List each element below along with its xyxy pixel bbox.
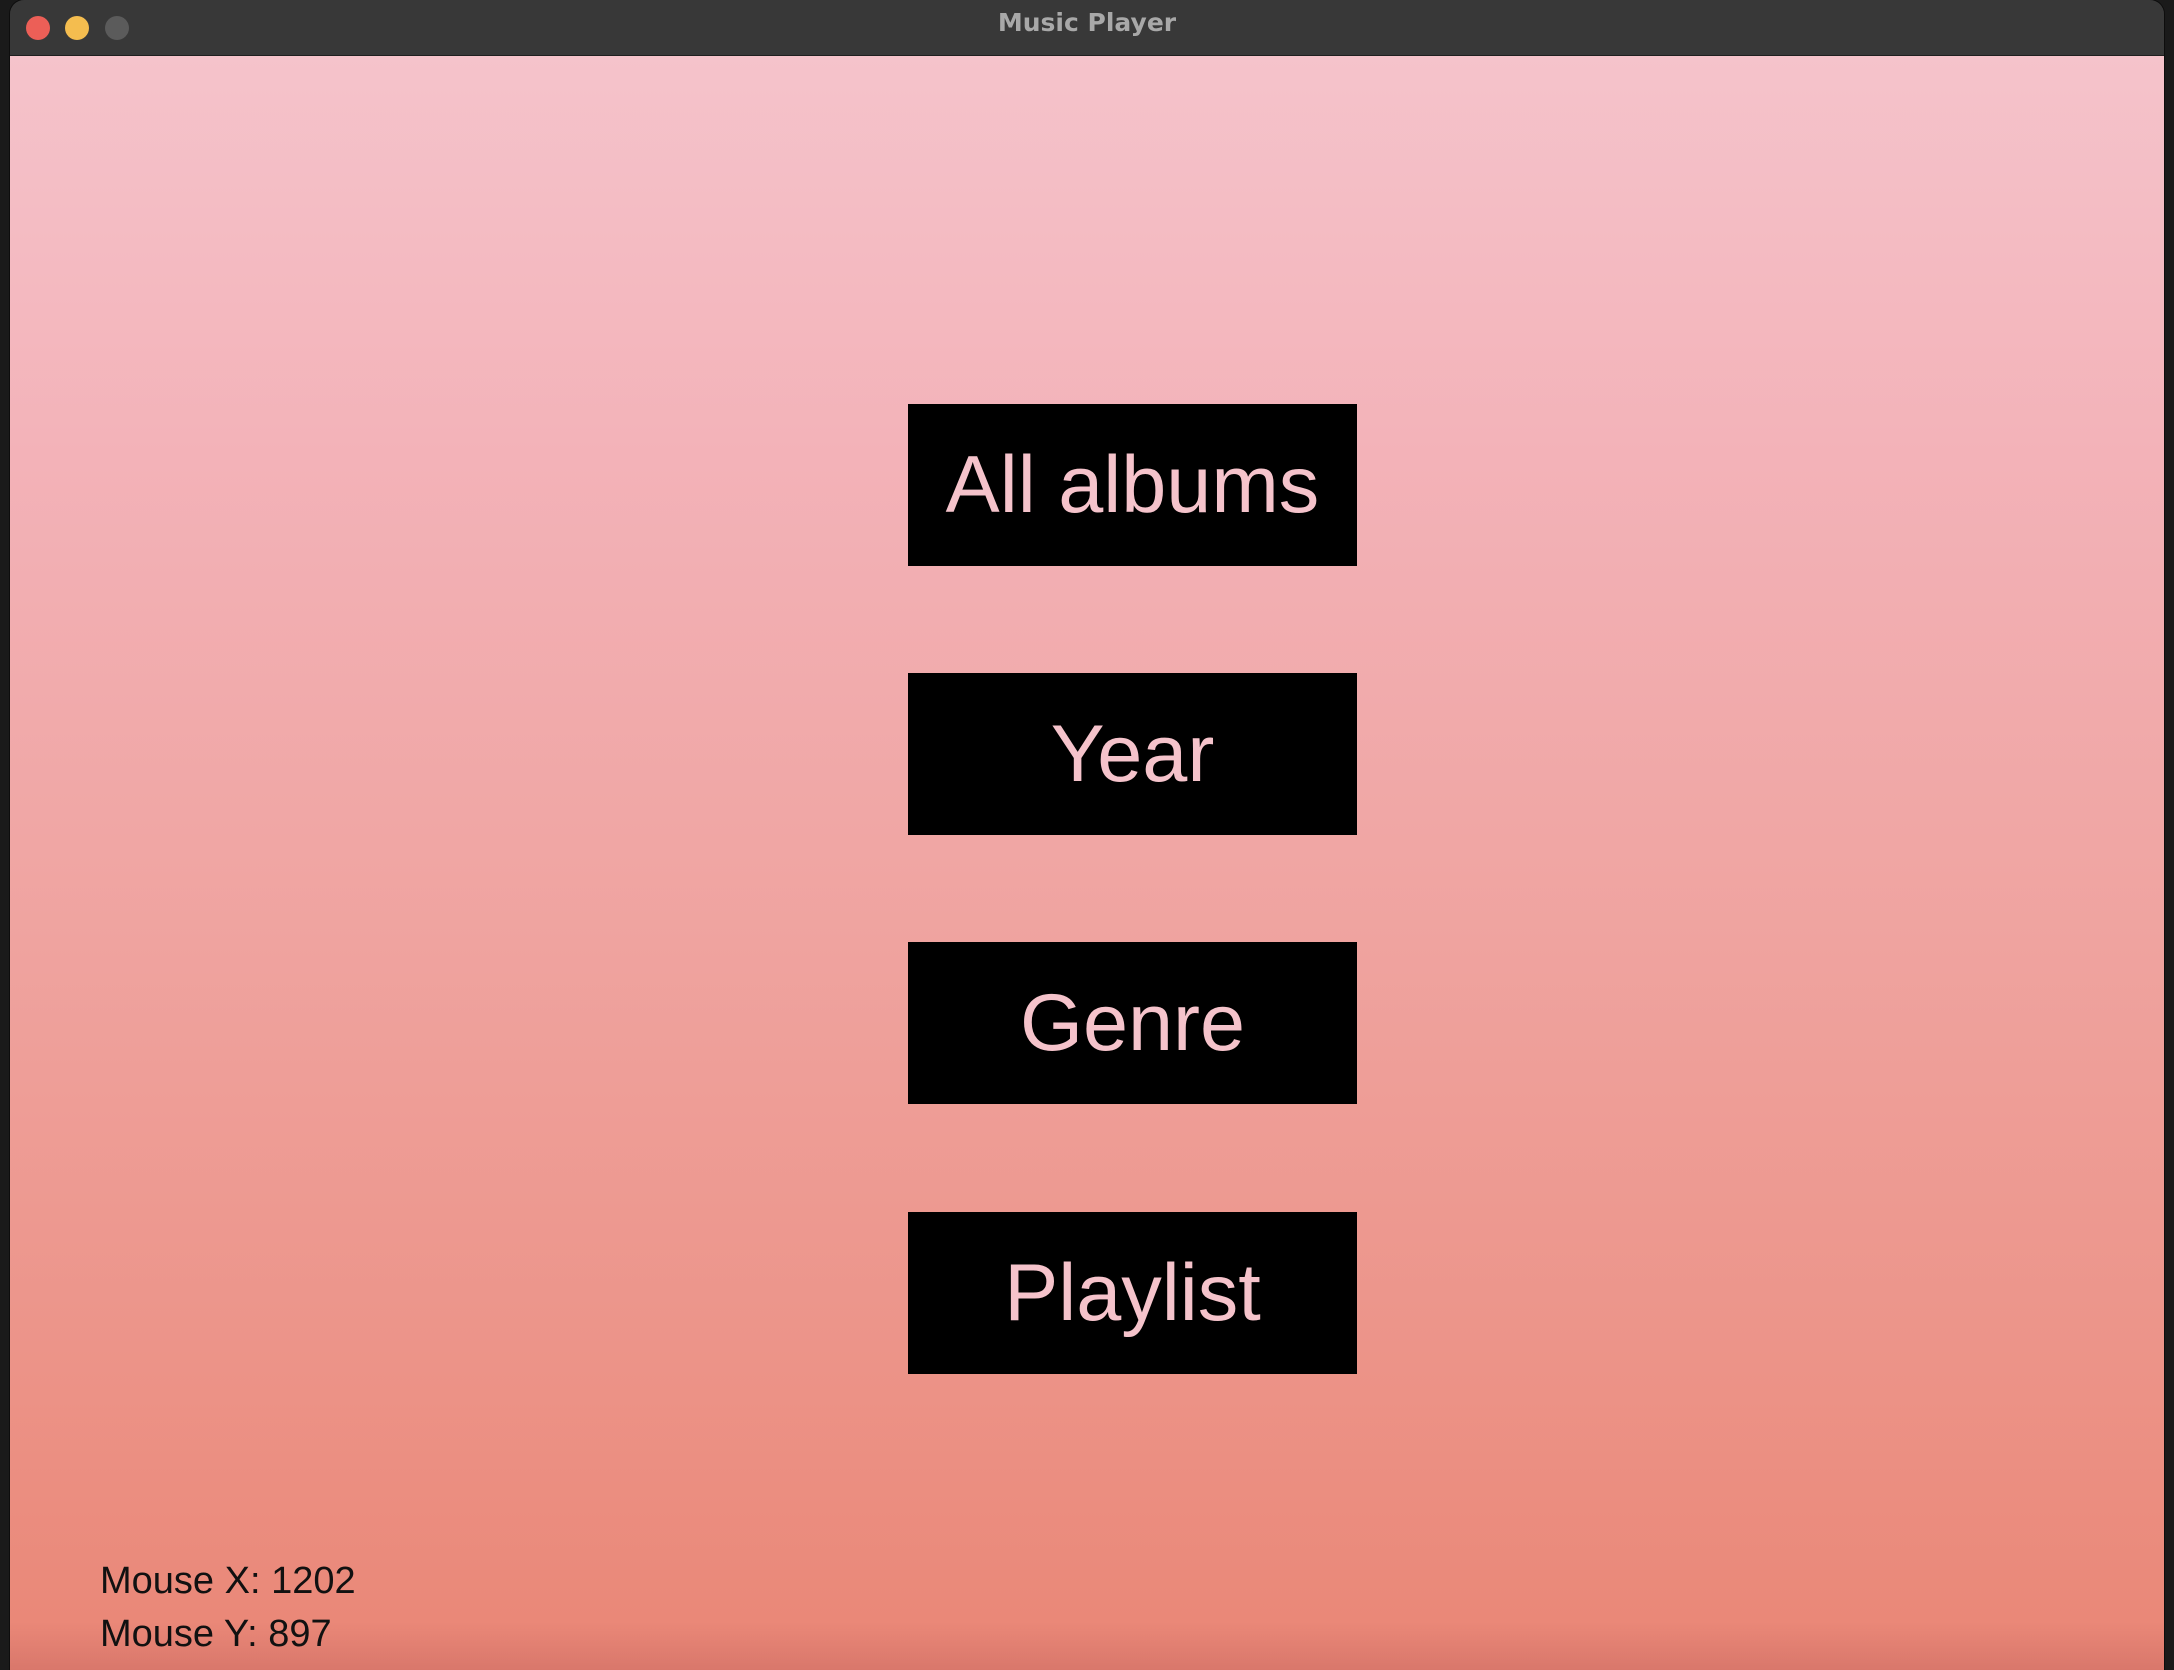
year-button[interactable]: Year <box>908 673 1357 835</box>
genre-label: Genre <box>1019 977 1246 1068</box>
playlist-label: Playlist <box>1004 1247 1261 1338</box>
all-albums-label: All albums <box>945 439 1320 530</box>
mouse-y-readout: Mouse Y: 897 <box>100 1613 332 1655</box>
mouse-x-readout: Mouse X: 1202 <box>100 1560 356 1602</box>
music-player-window: Music Player All albums Year Genre Playl… <box>10 0 2164 1670</box>
playlist-button[interactable]: Playlist <box>908 1212 1357 1374</box>
genre-button[interactable]: Genre <box>908 942 1357 1104</box>
title-bar[interactable]: Music Player <box>10 0 2164 56</box>
all-albums-button[interactable]: All albums <box>908 404 1357 566</box>
year-label: Year <box>1050 708 1215 799</box>
window-title: Music Player <box>997 8 1177 37</box>
main-content: All albums Year Genre Playlist Mouse X: … <box>10 56 2164 1670</box>
